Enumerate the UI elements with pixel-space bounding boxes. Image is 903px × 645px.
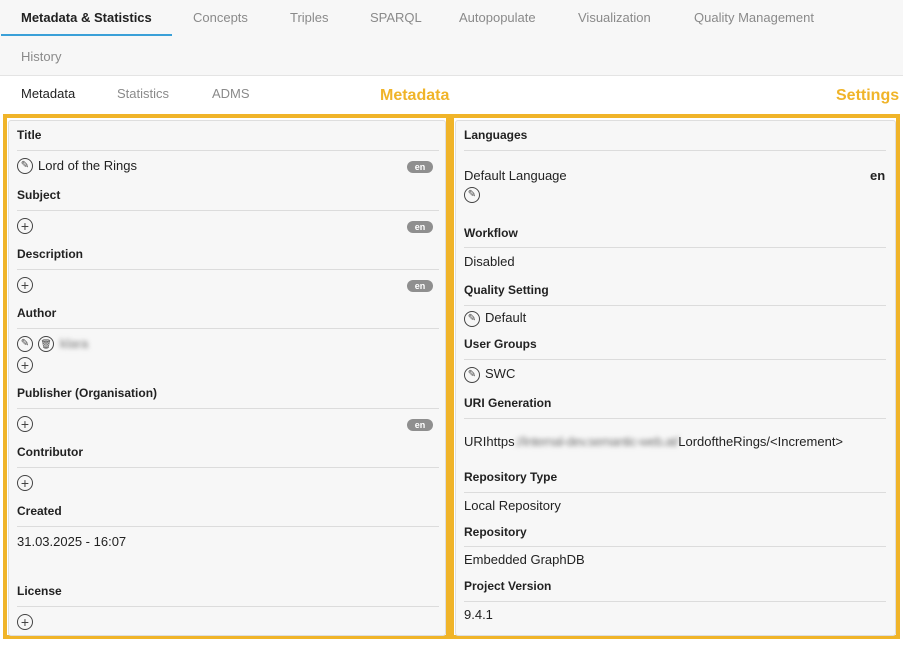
subject-label: Subject: [17, 188, 61, 202]
divider: [464, 601, 886, 602]
uri-generation-value: URIhttps://internal-dev.semantic-web.at/…: [464, 434, 843, 449]
add-publisher-icon[interactable]: [17, 416, 33, 432]
workflow-value: Disabled: [464, 254, 515, 269]
add-license-icon[interactable]: [17, 614, 33, 630]
default-language-value: en: [870, 168, 886, 183]
edit-language-icon[interactable]: [464, 187, 480, 203]
repository-type-label: Repository Type: [464, 470, 558, 484]
divider: [17, 150, 439, 151]
title-label: Title: [17, 128, 42, 142]
settings-annotation: Settings: [836, 87, 900, 104]
project-version-value: 9.4.1: [464, 607, 493, 622]
uri-prefix: URIhttps: [464, 434, 515, 449]
user-groups-label: User Groups: [464, 337, 537, 351]
tab-autopopulate[interactable]: Autopopulate: [459, 0, 536, 36]
divider: [17, 467, 439, 468]
edit-icon[interactable]: [17, 158, 33, 174]
created-value: 31.03.2025 - 16:07: [17, 534, 127, 549]
tab-sparql[interactable]: SPARQL: [370, 0, 422, 36]
quality-setting-label: Quality Setting: [464, 283, 549, 297]
license-label: License: [17, 584, 62, 598]
divider: [17, 328, 439, 329]
language-badge: en: [407, 161, 433, 173]
add-contributor-icon[interactable]: [17, 475, 33, 491]
project-version-label: Project Version: [464, 579, 552, 593]
divider: [464, 247, 886, 248]
divider: [17, 408, 439, 409]
divider: [464, 150, 886, 151]
default-language-label: Default Language: [464, 168, 567, 183]
settings-panel: Languages Default Language en Workflow D…: [455, 120, 896, 636]
metadata-annotation: Metadata: [380, 87, 450, 104]
title-value: Lord of the Rings: [38, 158, 138, 173]
tab-visualization[interactable]: Visualization: [578, 0, 651, 36]
metadata-panel: Title Lord of the Rings en Subject en De…: [8, 120, 446, 636]
description-label: Description: [17, 247, 84, 261]
quality-setting-value: Default: [485, 310, 527, 325]
workflow-label: Workflow: [464, 226, 518, 240]
subtab-statistics[interactable]: Statistics: [117, 86, 169, 101]
contributor-label: Contributor: [17, 445, 83, 459]
divider: [464, 546, 886, 547]
subtab-adms[interactable]: ADMS: [212, 86, 250, 101]
repository-label: Repository: [464, 525, 527, 539]
uri-suffix: LordoftheRings/<Increment>: [678, 434, 844, 449]
tab-concepts[interactable]: Concepts: [193, 0, 248, 36]
divider: [17, 210, 439, 211]
author-label: Author: [17, 306, 57, 320]
main-tab-bar: Metadata & Statistics Concepts Triples S…: [0, 0, 903, 76]
user-groups-value: SWC: [485, 366, 516, 381]
tab-triples[interactable]: Triples: [290, 0, 329, 36]
author-value: klara: [60, 336, 89, 351]
language-badge: en: [407, 280, 433, 292]
language-badge: en: [407, 221, 433, 233]
tab-metadata-statistics[interactable]: Metadata & Statistics: [1, 0, 172, 36]
edit-user-groups-icon[interactable]: [464, 367, 480, 383]
edit-author-icon[interactable]: [17, 336, 33, 352]
divider: [464, 492, 886, 493]
uri-blurred-host: ://internal-dev.semantic-web.at/: [514, 434, 679, 449]
add-author-icon[interactable]: [17, 357, 33, 373]
subtab-metadata[interactable]: Metadata: [21, 86, 75, 101]
uri-generation-label: URI Generation: [464, 396, 552, 410]
delete-author-icon[interactable]: [38, 336, 54, 352]
divider: [17, 269, 439, 270]
add-description-icon[interactable]: [17, 277, 33, 293]
language-badge: en: [407, 419, 433, 431]
divider: [17, 606, 439, 607]
publisher-label: Publisher (Organisation): [17, 386, 158, 400]
repository-value: Embedded GraphDB: [464, 552, 585, 567]
repository-type-value: Local Repository: [464, 498, 561, 513]
tab-history[interactable]: History: [21, 39, 61, 75]
divider: [17, 526, 439, 527]
edit-quality-setting-icon[interactable]: [464, 311, 480, 327]
languages-label: Languages: [464, 128, 528, 142]
divider: [464, 305, 886, 306]
divider: [464, 359, 886, 360]
divider: [464, 418, 886, 419]
add-subject-icon[interactable]: [17, 218, 33, 234]
created-label: Created: [17, 504, 62, 518]
tab-quality-management[interactable]: Quality Management: [694, 0, 814, 36]
